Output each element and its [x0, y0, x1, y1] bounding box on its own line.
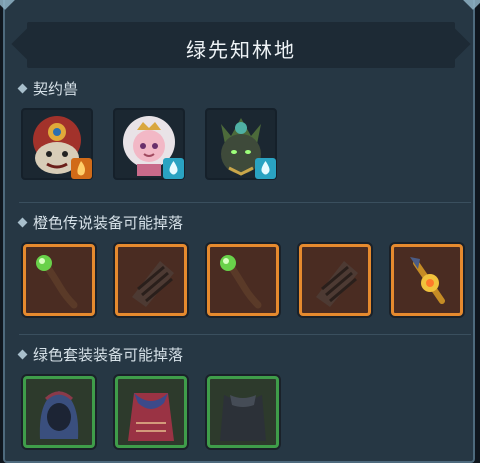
fire-element-icon: [71, 158, 92, 179]
section-divider: [19, 202, 471, 203]
section-label-beasts: 契约兽: [33, 80, 79, 98]
panel-title: 绿先知林地: [186, 38, 296, 62]
section-header-beasts: 契约兽: [17, 78, 79, 99]
section-label-orange: 橙色传说装备可能掉落: [33, 214, 184, 232]
corner-ornament-left-icon: [0, 0, 15, 10]
wrapped-bracer-icon: [132, 261, 174, 307]
green-item-slot-1[interactable]: [23, 376, 95, 448]
section-header-orange: 橙色传说装备可能掉落: [17, 212, 184, 233]
beast-slot-1[interactable]: [21, 108, 93, 180]
diamond-bullet-icon: [17, 217, 28, 228]
corner-ornament-right-icon: [463, 0, 480, 10]
section-header-green: 绿色套装装备可能掉落: [17, 344, 184, 365]
gem-scepter-icon: [410, 257, 445, 304]
section-divider: [19, 334, 471, 335]
dark-cloak-icon: [220, 395, 266, 441]
water-drop-icon: [163, 158, 184, 179]
green-orb-staff-icon: [36, 255, 78, 309]
orange-item-slot-3[interactable]: [207, 244, 279, 316]
diamond-bullet-icon: [17, 83, 28, 94]
title-bar: 绿先知林地: [27, 22, 455, 68]
drop-info-panel: 绿先知林地 契约兽 橙色传说装备可能掉落 绿色套装装备可能掉落: [0, 0, 480, 463]
beast-slot-2[interactable]: [113, 108, 185, 180]
orange-item-slot-5[interactable]: [391, 244, 463, 316]
blue-hood-icon: [39, 391, 79, 439]
red-robe-icon: [128, 393, 174, 441]
beast-slot-3[interactable]: [205, 108, 277, 180]
green-orb-staff-icon: [220, 255, 262, 309]
water-drop-icon: [255, 158, 276, 179]
orange-item-slot-2[interactable]: [115, 244, 187, 316]
orange-item-slot-1[interactable]: [23, 244, 95, 316]
orange-item-slot-4[interactable]: [299, 244, 371, 316]
section-label-green: 绿色套装装备可能掉落: [33, 346, 184, 364]
diamond-bullet-icon: [17, 349, 28, 360]
wrapped-bracer-icon: [316, 261, 358, 307]
green-item-slot-3[interactable]: [207, 376, 279, 448]
green-item-slot-2[interactable]: [115, 376, 187, 448]
